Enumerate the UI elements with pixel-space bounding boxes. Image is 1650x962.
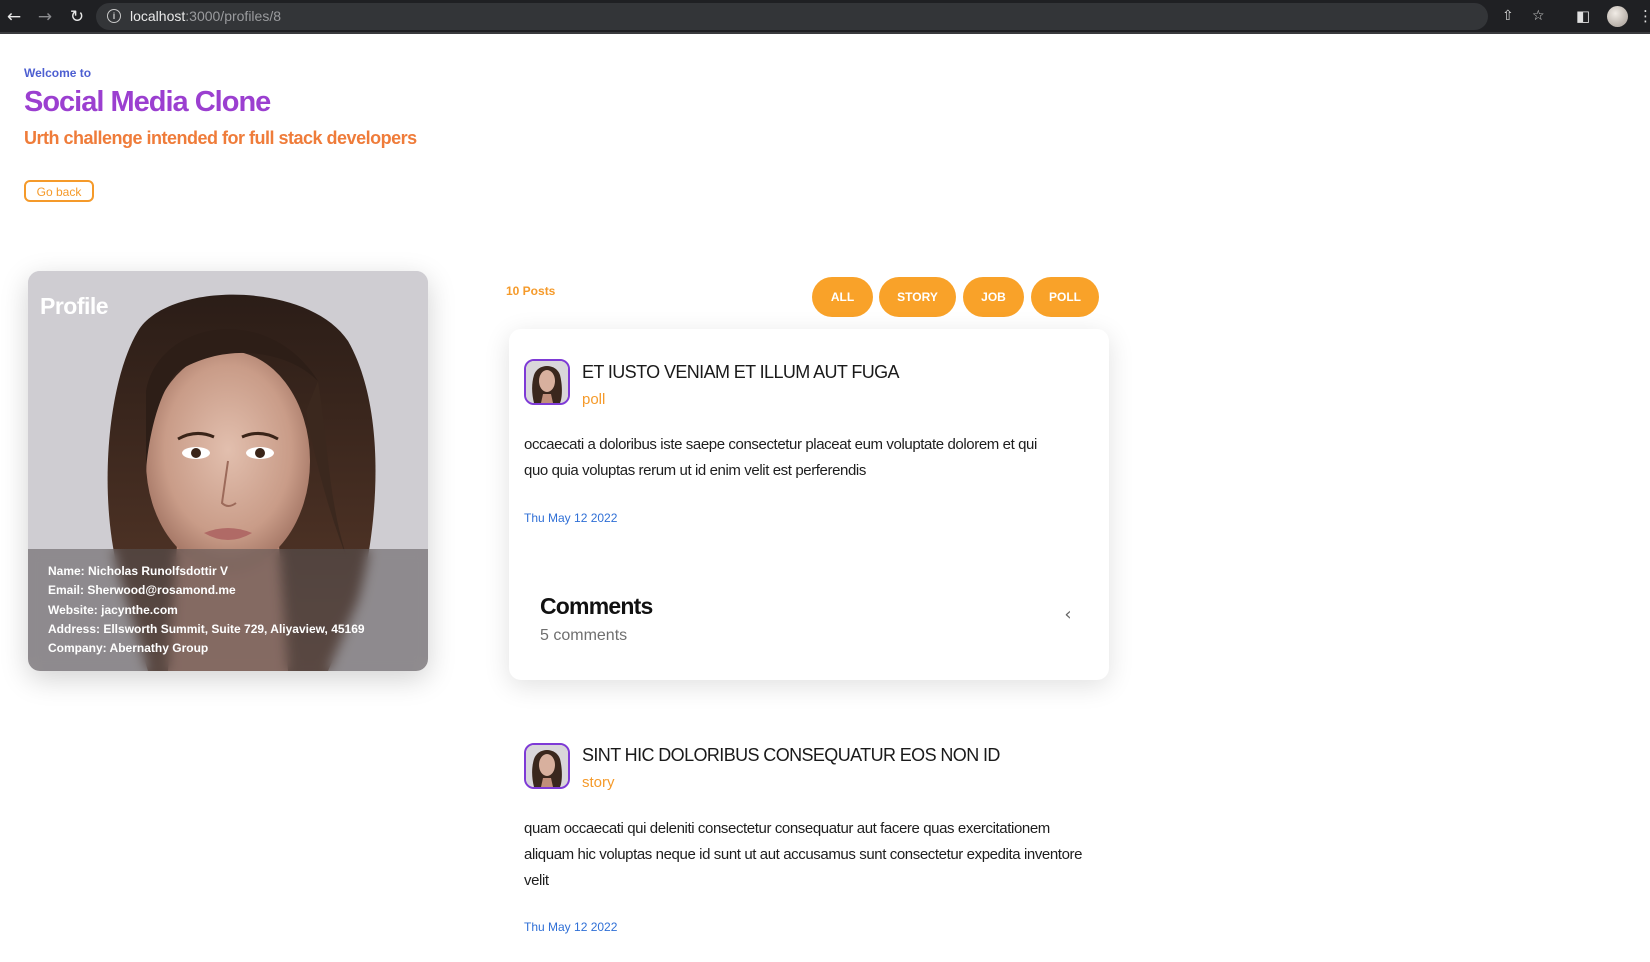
profile-address: Address: Ellsworth Summit, Suite 729, Al… [48, 622, 365, 636]
post-body: occaecati a doloribus iste saepe consect… [524, 436, 1037, 479]
profile-label: Profile [40, 293, 109, 319]
posts-count: 10 Posts [506, 284, 556, 298]
profile-website: Website: jacynthe.com [48, 603, 178, 617]
go-back-button[interactable]: Go back [24, 180, 94, 202]
post-type: poll [582, 391, 606, 408]
page-subtitle: Urth challenge intended for full stack d… [24, 128, 417, 148]
post-body: quam occaecati qui deleniti consectetur … [524, 820, 1083, 889]
url-text[interactable]: localhost:3000/profiles/8 [130, 8, 281, 24]
filter-poll-button[interactable]: POLL [1031, 277, 1099, 317]
reload-icon[interactable]: ↻ [66, 6, 88, 28]
page-title: Social Media Clone [24, 86, 271, 118]
menu-kebab-icon[interactable]: ⋮ [1638, 7, 1650, 25]
filter-job-button[interactable]: JOB [963, 277, 1024, 317]
profile-email: Email: Sherwood@rosamond.me [48, 583, 236, 597]
post-date: Thu May 12 2022 [524, 511, 618, 525]
site-info-icon[interactable]: i [107, 9, 121, 23]
share-icon[interactable]: ⇧ [1502, 8, 1514, 24]
address-bar[interactable]: i localhost:3000/profiles/8 ⇧ ☆ [96, 3, 1545, 30]
profile-company: Company: Abernathy Group [48, 641, 209, 655]
post-title: ET IUSTO VENIAM ET ILLUM AUT FUGA [582, 362, 900, 382]
browser-profile-avatar[interactable] [1607, 6, 1628, 27]
side-panel-icon[interactable]: ◧ [1576, 7, 1590, 25]
comments-count: 5 comments [540, 627, 628, 644]
filter-story-button[interactable]: STORY [879, 277, 956, 317]
forward-icon[interactable]: → [34, 6, 56, 28]
profile-name: Name: Nicholas Runolfsdottir V [48, 564, 229, 578]
bookmark-star-icon[interactable]: ☆ [1532, 8, 1545, 24]
profile-card: Profile Name: Nicholas Runolfsdottir V E… [28, 271, 428, 671]
post-card: ET IUSTO VENIAM ET ILLUM AUT FUGA poll o… [509, 329, 1109, 680]
browser-toolbar: ← → ↻ i localhost:3000/profiles/8 ⇧ ☆ ◧ … [0, 0, 1650, 34]
chevron-left-icon[interactable]: ‹ [1058, 605, 1078, 625]
welcome-text: Welcome to [24, 66, 92, 80]
post-type: story [582, 774, 615, 791]
comments-heading: Comments [540, 593, 653, 619]
post-author-avatar[interactable] [524, 743, 570, 789]
post-title: SINT HIC DOLORIBUS CONSEQUATUR EOS NON I… [582, 745, 1000, 765]
profile-info-panel: Name: Nicholas Runolfsdottir V Email: Sh… [28, 549, 428, 671]
filter-all-button[interactable]: ALL [812, 277, 873, 317]
post-date: Thu May 12 2022 [524, 920, 618, 934]
post-author-avatar[interactable] [524, 359, 570, 405]
back-icon[interactable]: ← [3, 6, 25, 28]
